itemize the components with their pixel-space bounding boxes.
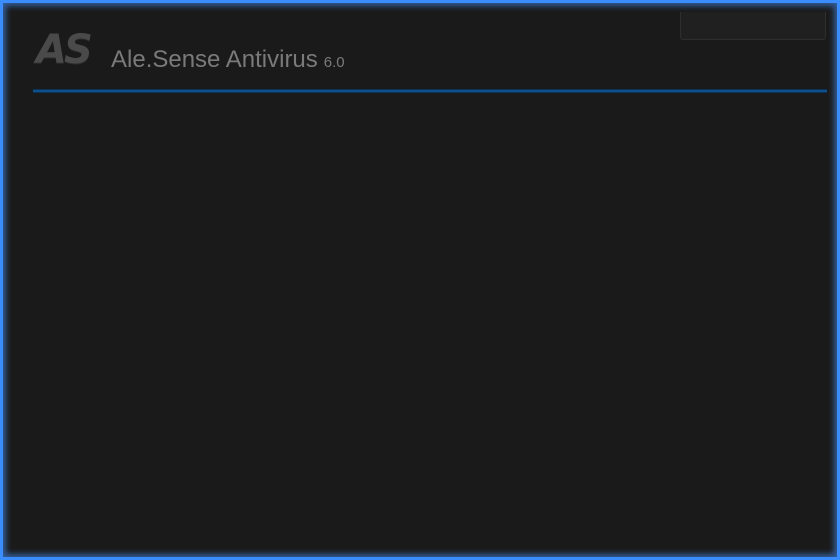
- header-divider: [33, 89, 827, 93]
- app-title: Ale.Sense Antivirus 6.0: [111, 48, 345, 72]
- app-title-text: Ale.Sense Antivirus: [111, 46, 318, 73]
- app-logo: AS: [36, 27, 93, 73]
- window-inner: AS Ale.Sense Antivirus 6.0: [12, 12, 828, 548]
- app-version: 6.0: [323, 54, 345, 71]
- header-tab-button[interactable]: [680, 12, 826, 40]
- app-header: AS Ale.Sense Antivirus 6.0: [12, 12, 828, 92]
- main-content-area: [12, 94, 828, 548]
- app-window: AS Ale.Sense Antivirus 6.0: [0, 0, 840, 560]
